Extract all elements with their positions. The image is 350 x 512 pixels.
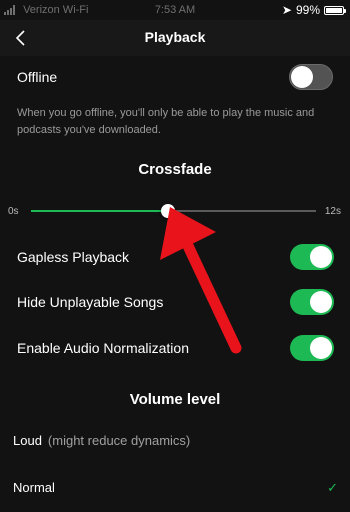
- crossfade-title: Crossfade: [138, 161, 212, 178]
- crossfade-min-label: 0s: [8, 206, 19, 217]
- status-right: ➤ 99%: [281, 3, 346, 17]
- hide-unplayable-toggle[interactable]: [290, 289, 334, 315]
- battery-level-fill: [326, 7, 342, 13]
- battery-icon: [324, 5, 346, 15]
- crossfade-slider[interactable]: [31, 204, 316, 218]
- hide-unplayable-label: Hide Unplayable Songs: [17, 294, 164, 310]
- volume-option-label: Normal: [13, 480, 55, 495]
- toggle-knob: [310, 246, 332, 268]
- offline-description: When you go offline, you'll only be able…: [17, 107, 315, 136]
- gapless-playback-toggle[interactable]: [290, 244, 334, 270]
- crossfade-slider-thumb[interactable]: [160, 204, 175, 218]
- toggle-knob: [310, 337, 332, 359]
- toggle-knob: [291, 66, 313, 88]
- volume-option-label: Loud: [13, 433, 42, 448]
- volume-option-loud[interactable]: Loud (might reduce dynamics): [13, 433, 333, 448]
- gapless-playback-label: Gapless Playback: [17, 249, 130, 265]
- battery-percent: 99%: [295, 3, 320, 17]
- crossfade-max-label: 12s: [324, 206, 341, 217]
- checkmark-icon: ✓: [327, 480, 338, 495]
- volume-level-title: Volume level: [129, 391, 221, 408]
- audio-normalization-toggle[interactable]: [290, 335, 334, 361]
- volume-option-normal[interactable]: Normal ✓: [13, 480, 338, 495]
- navigation-bar: Playback: [0, 20, 350, 56]
- page-title: Playback: [144, 29, 206, 45]
- offline-label: Offline: [17, 69, 58, 85]
- toggle-knob: [310, 291, 332, 313]
- volume-option-note: (might reduce dynamics): [47, 433, 191, 448]
- status-bar: Verizon Wi-Fi 7:53 AM ➤ 99%: [0, 0, 350, 20]
- audio-normalization-label: Enable Audio Normalization: [17, 340, 189, 356]
- crossfade-slider-fill: [31, 210, 168, 212]
- location-icon: ➤: [281, 3, 292, 17]
- offline-toggle[interactable]: [289, 64, 333, 90]
